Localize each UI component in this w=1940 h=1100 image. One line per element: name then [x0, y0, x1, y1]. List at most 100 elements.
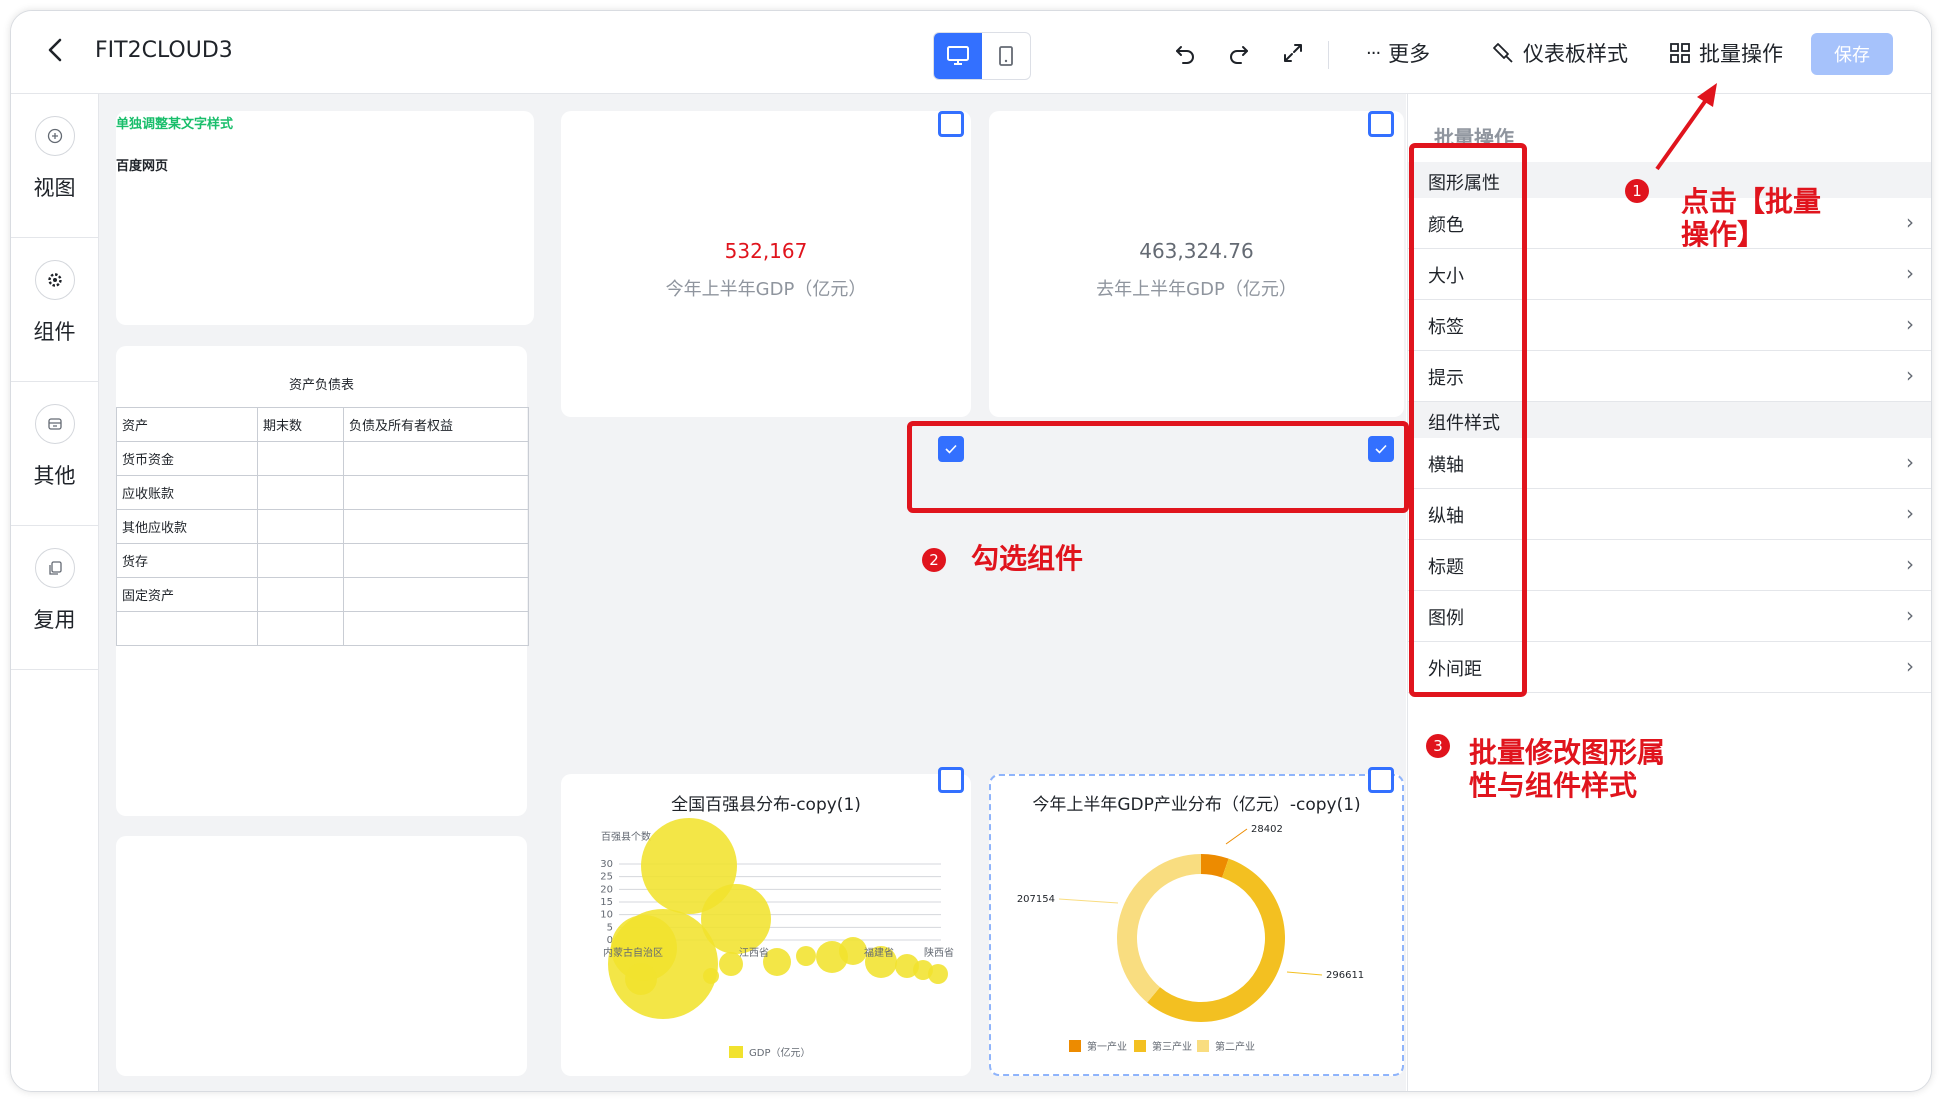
- table-cell: [257, 509, 344, 544]
- table-cell: [257, 475, 344, 510]
- label-leader-line: [1225, 828, 1248, 845]
- table-cell: [343, 543, 529, 578]
- donut-chart: 28402 296611 207154 第一产业 第三产业 第二产业: [1017, 824, 1364, 1053]
- kpi-value: 532,167: [724, 239, 808, 263]
- y-tick-label: 30: [600, 859, 613, 870]
- back-arrow-icon[interactable]: [41, 35, 71, 65]
- legend-swatch: [1069, 1040, 1081, 1052]
- add-circle-icon: [35, 116, 75, 156]
- desktop-view-button[interactable]: [934, 33, 982, 79]
- mobile-icon: [999, 46, 1013, 66]
- dashboard-style-label: 仪表板样式: [1523, 42, 1628, 66]
- kpi-value: 463,324.76: [1139, 239, 1254, 263]
- more-button[interactable]: ··· 更多: [1366, 37, 1430, 69]
- batch-operation-button[interactable]: 批量操作: [1669, 37, 1783, 69]
- sidebar-item-other[interactable]: 其他: [11, 382, 98, 526]
- x-tick-label: 内蒙古自治区: [603, 946, 663, 959]
- x-tick-label: 陕西省: [924, 946, 954, 959]
- fullscreen-icon[interactable]: [1277, 37, 1309, 69]
- chevron-right-icon: ›: [1906, 450, 1914, 474]
- annotation-number: 1: [1625, 179, 1649, 203]
- donut-chart-card[interactable]: 今年上半年GDP产业分布（亿元）-copy(1) 28402 296611 2071…: [989, 774, 1404, 1076]
- dashboard-style-button[interactable]: 仪表板样式: [1491, 37, 1628, 69]
- select-checkbox[interactable]: [938, 767, 964, 793]
- label-leader-line: [1058, 898, 1119, 904]
- table-cell: [343, 611, 529, 646]
- table-cell: 应收账款: [116, 475, 258, 510]
- y-tick-label: 15: [600, 897, 613, 908]
- balance-sheet-table: 资产 期末数 负债及所有者权益 货币资金 应收账款 其他应收款 货存 固定资产: [116, 407, 529, 646]
- dashboard-title: FIT2CLOUD3: [95, 38, 233, 63]
- table-cell: [257, 577, 344, 612]
- table-row: [116, 611, 529, 646]
- table-header-cell: 负债及所有者权益: [343, 407, 529, 442]
- chevron-right-icon: ›: [1906, 261, 1914, 285]
- copy-icon: [35, 548, 75, 588]
- y-tick-label: 5: [607, 922, 613, 933]
- sidebar-item-component[interactable]: 组件: [11, 238, 98, 382]
- data-label: 296611: [1326, 970, 1364, 981]
- table-row: 固定资产: [116, 577, 529, 612]
- kpi-label: 去年上半年GDP（亿元）: [1096, 279, 1297, 300]
- more-dots-icon: ···: [1366, 42, 1381, 64]
- select-checkbox[interactable]: [1368, 767, 1394, 793]
- legend-swatch: [1134, 1040, 1146, 1052]
- box-icon: [35, 404, 75, 444]
- sidebar-item-label: 视图: [33, 176, 76, 200]
- text-body: 百度网页: [116, 159, 169, 174]
- bubble: [839, 937, 867, 965]
- table-row: 货存: [116, 543, 529, 578]
- table-cell: 货币资金: [116, 441, 258, 476]
- legend-label: 第一产业: [1087, 1040, 1127, 1053]
- table-header-cell: 资产: [116, 407, 258, 442]
- table-row: 应收账款: [116, 475, 529, 510]
- annotation-step3: 批量修改图形属性与组件样式: [1469, 736, 1666, 802]
- select-checkbox[interactable]: [1368, 111, 1394, 137]
- table-cell: [343, 577, 529, 612]
- annotation-step2: 勾选组件: [971, 542, 1084, 575]
- component-sidebar: 视图 组件 其他 复用: [11, 94, 99, 1091]
- sidebar-item-label: 其他: [33, 464, 76, 488]
- batch-operation-label: 批量操作: [1699, 42, 1783, 66]
- bubble: [796, 946, 816, 966]
- table-title: 资产负债表: [288, 378, 354, 393]
- more-label: 更多: [1388, 42, 1431, 66]
- sidebar-item-reuse[interactable]: 复用: [11, 526, 98, 670]
- bubble-chart: 百强县个数302520151050内蒙古自治区 江西省 福建省 陕西省GDP（亿元）: [600, 818, 954, 1059]
- chevron-right-icon: ›: [1906, 501, 1914, 525]
- bubble: [625, 963, 657, 995]
- legend-swatch: [1197, 1040, 1209, 1052]
- table-row: 货币资金: [116, 441, 529, 476]
- kpi-card-this-year[interactable]: 532,167 今年上半年GDP（亿元）: [561, 111, 971, 417]
- data-label: 207154: [1017, 894, 1055, 905]
- kpi-card-last-year[interactable]: 463,324.76 去年上半年GDP（亿元）: [989, 111, 1404, 417]
- annotation-box-select: [907, 421, 1409, 513]
- annotation-step1: 点击【批量操作】: [1681, 185, 1822, 251]
- empty-component[interactable]: [116, 836, 527, 1076]
- table-cell: 货存: [116, 543, 258, 578]
- device-toggle: [933, 32, 1031, 80]
- legend-swatch: [729, 1046, 743, 1058]
- mobile-view-button[interactable]: [982, 33, 1030, 79]
- sidebar-item-view[interactable]: 视图: [11, 94, 98, 238]
- legend-label: 第二产业: [1215, 1040, 1255, 1053]
- redo-icon[interactable]: [1223, 37, 1255, 69]
- undo-icon[interactable]: [1169, 37, 1201, 69]
- bubble: [703, 968, 719, 984]
- select-checkbox[interactable]: [938, 111, 964, 137]
- text-title: 单独调整某文字样式: [116, 117, 234, 132]
- y-tick-label: 25: [600, 872, 613, 883]
- legend-label: GDP（亿元）: [749, 1046, 810, 1059]
- annotation-arrow: [1655, 83, 1717, 171]
- legend-label: 第三产业: [1152, 1040, 1192, 1053]
- chevron-right-icon: ›: [1906, 603, 1914, 627]
- annotation-number: 3: [1426, 734, 1450, 758]
- text-component[interactable]: 单独调整某文字样式 百度网页: [116, 111, 534, 325]
- table-cell: [116, 611, 258, 646]
- table-row: 其他应收款: [116, 509, 529, 544]
- table-cell: [343, 509, 529, 544]
- table-cell: [343, 475, 529, 510]
- save-button[interactable]: 保存: [1811, 33, 1893, 75]
- bubble-chart-card[interactable]: 全国百强县分布-copy(1) 百强县个数 30 25 20 15 10 5 0 内蒙古自治区江…: [561, 774, 971, 1076]
- y-tick-label: 20: [600, 884, 613, 895]
